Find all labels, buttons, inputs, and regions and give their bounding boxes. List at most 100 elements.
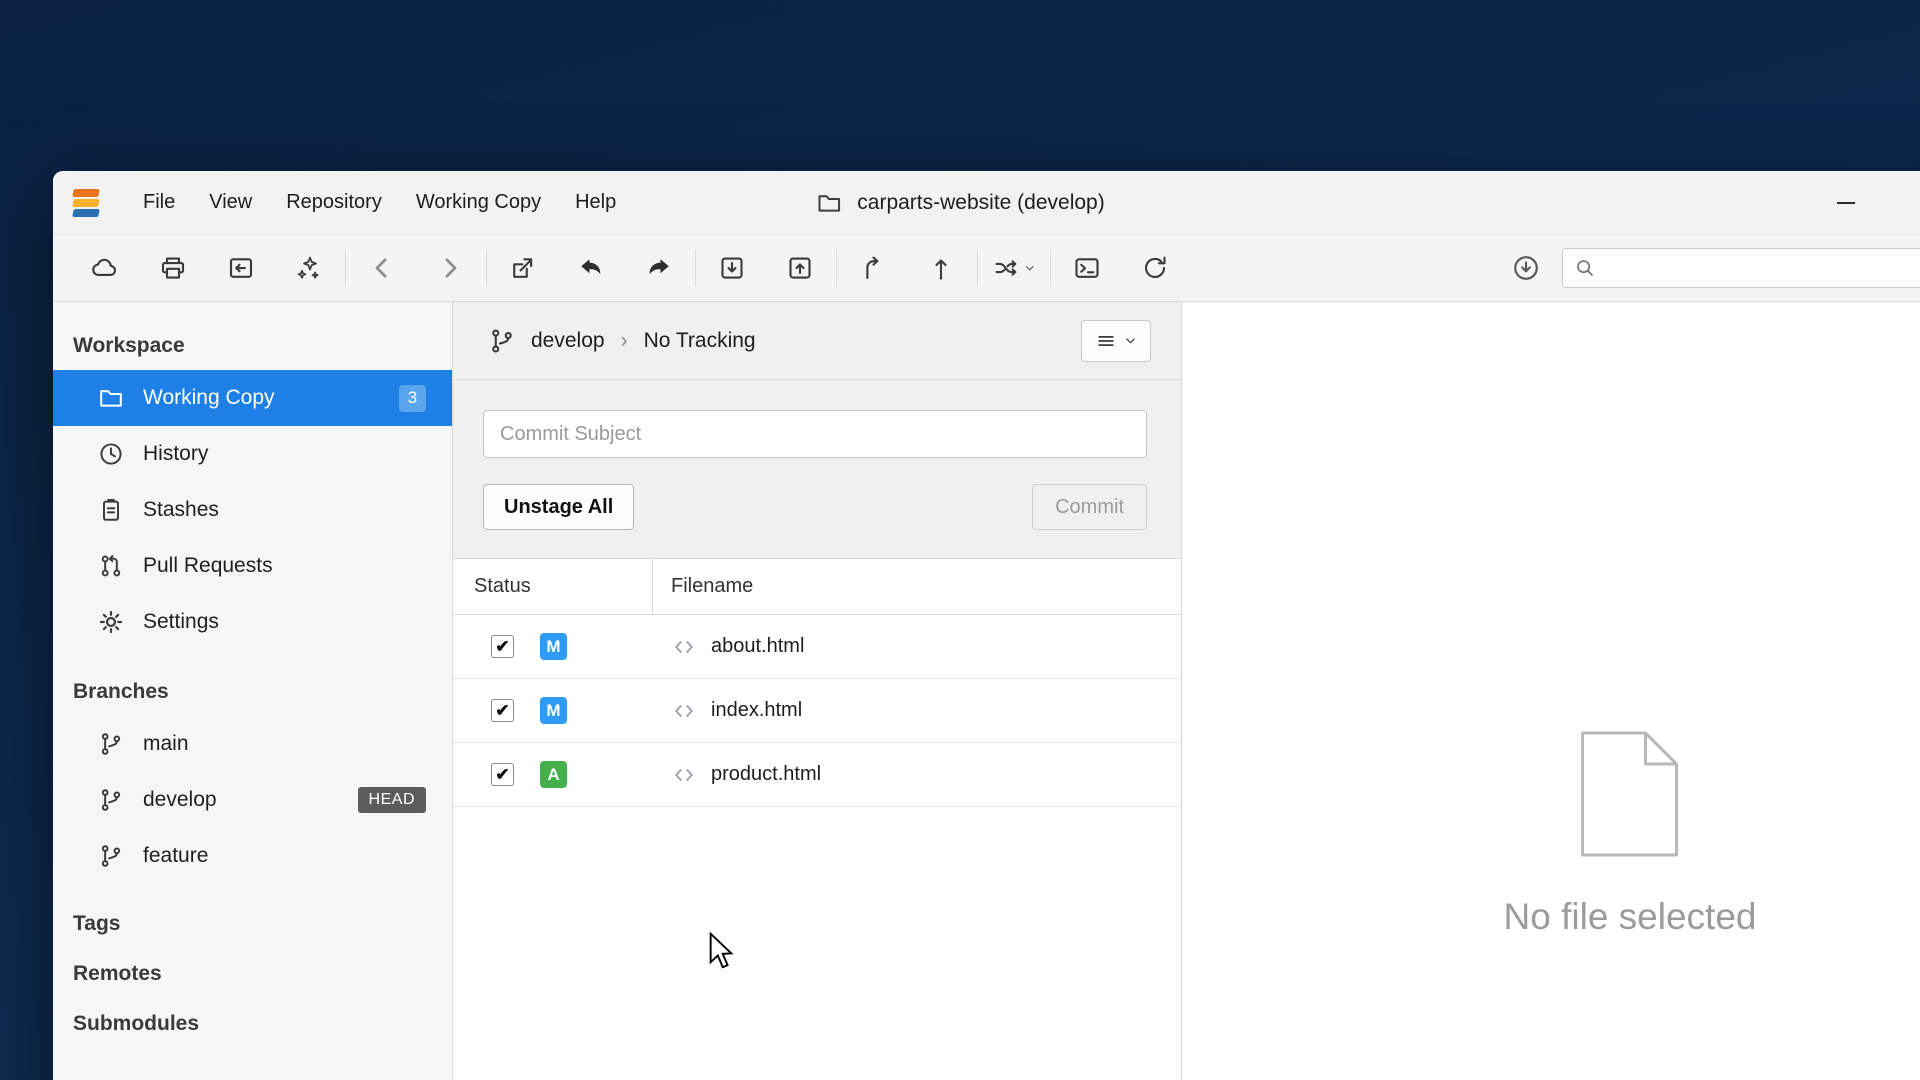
sidebar-branch-main[interactable]: main	[53, 716, 452, 772]
status-badge: A	[540, 761, 567, 788]
chevron-down-icon	[1023, 261, 1036, 275]
sidebar-item-label: Stashes	[143, 498, 219, 522]
sidebar-item-settings[interactable]: Settings	[53, 594, 452, 650]
stage-checkbox[interactable]	[491, 763, 514, 786]
folder-icon	[815, 189, 843, 217]
menu-help[interactable]: Help	[561, 183, 630, 222]
mouse-cursor	[706, 932, 736, 970]
branch-label: feature	[143, 844, 208, 868]
open-repo-icon	[226, 253, 256, 283]
terminal-button[interactable]	[1065, 246, 1109, 290]
menu-file[interactable]: File	[129, 183, 189, 222]
menu-view[interactable]: View	[195, 183, 266, 222]
cloud-icon	[90, 253, 120, 283]
menubar: File View Repository Working Copy Help	[129, 183, 630, 222]
sidebar-branch-feature[interactable]: feature	[53, 828, 452, 884]
chevron-left-icon	[367, 253, 397, 283]
sidebar-item-pull-requests[interactable]: Pull Requests	[53, 538, 452, 594]
chevron-right-icon	[435, 253, 465, 283]
cloud-button[interactable]	[83, 246, 127, 290]
status-badge: M	[540, 633, 567, 660]
stage-checkbox[interactable]	[491, 699, 514, 722]
compare-branches-icon	[992, 253, 1021, 283]
chevron-down-icon	[1123, 333, 1138, 348]
checkout-button[interactable]	[501, 246, 545, 290]
commit-subject-input[interactable]	[483, 410, 1147, 458]
stage-checkbox[interactable]	[491, 635, 514, 658]
sidebar-item-label: History	[143, 442, 208, 466]
minimize-button[interactable]	[1828, 186, 1864, 220]
column-header-status: Status	[453, 559, 653, 614]
branch-label: develop	[143, 788, 217, 812]
merge-menu-button[interactable]	[992, 246, 1036, 290]
quick-actions-button[interactable]	[287, 246, 331, 290]
table-header-row: Status Filename	[453, 559, 1181, 615]
terminal-icon	[1072, 253, 1102, 283]
stash-apply-button[interactable]	[710, 246, 754, 290]
filename: index.html	[711, 699, 802, 722]
redo-button[interactable]	[637, 246, 681, 290]
status-badge: M	[540, 697, 567, 724]
undo-button[interactable]	[569, 246, 613, 290]
branch-icon	[97, 786, 125, 814]
undo-icon	[576, 253, 606, 283]
sidebar-header-tags[interactable]: Tags	[53, 898, 452, 948]
commit-button[interactable]: Commit	[1032, 484, 1147, 530]
sidebar-item-working-copy[interactable]: Working Copy 3	[53, 370, 452, 426]
printer-icon	[158, 253, 188, 283]
search-box[interactable]	[1562, 248, 1920, 288]
back-button[interactable]	[360, 246, 404, 290]
arrow-out-icon	[508, 253, 538, 283]
sidebar-header-remotes[interactable]: Remotes	[53, 948, 452, 998]
sidebar-item-stashes[interactable]: Stashes	[53, 482, 452, 538]
pull-icon	[858, 253, 888, 283]
print-button[interactable]	[151, 246, 195, 290]
folder-icon	[97, 384, 125, 412]
code-file-icon	[671, 762, 697, 788]
table-row[interactable]: A product.html	[453, 743, 1181, 807]
document-icon	[1580, 730, 1680, 858]
sidebar: Workspace Working Copy 3 History Stashes…	[53, 302, 453, 1080]
table-row[interactable]: M index.html	[453, 679, 1181, 743]
commit-area: Unstage All Commit	[453, 380, 1181, 559]
breadcrumb-tracking-status: No Tracking	[644, 329, 756, 353]
sidebar-item-history[interactable]: History	[53, 426, 452, 482]
search-input[interactable]	[1605, 258, 1920, 279]
pane-options-button[interactable]	[1081, 320, 1151, 362]
sidebar-header-branches[interactable]: Branches	[53, 666, 452, 716]
filename: product.html	[711, 763, 821, 786]
search-icon	[1573, 256, 1597, 280]
pull-button[interactable]	[851, 246, 895, 290]
head-badge: HEAD	[358, 787, 426, 813]
empty-state-text: No file selected	[1504, 896, 1757, 938]
unstage-all-button[interactable]: Unstage All	[483, 484, 634, 530]
hamburger-icon	[1095, 330, 1117, 352]
breadcrumb-bar: develop › No Tracking	[453, 302, 1181, 380]
stash-icon	[97, 496, 125, 524]
history-icon	[97, 440, 125, 468]
file-preview-pane: No file selected	[1182, 302, 1920, 1080]
push-icon	[926, 253, 956, 283]
column-header-filename: Filename	[653, 575, 753, 598]
stash-save-button[interactable]	[778, 246, 822, 290]
sidebar-item-label: Working Copy	[143, 386, 275, 410]
table-row[interactable]: M about.html	[453, 615, 1181, 679]
forward-button[interactable]	[428, 246, 472, 290]
fetch-button[interactable]	[1504, 246, 1548, 290]
working-copy-pane: develop › No Tracking Unstage All Commit…	[453, 302, 1182, 1080]
sidebar-header-workspace[interactable]: Workspace	[53, 320, 452, 370]
pull-request-icon	[97, 552, 125, 580]
menu-repository[interactable]: Repository	[272, 183, 396, 222]
branch-icon	[97, 730, 125, 758]
sidebar-branch-develop[interactable]: develop HEAD	[53, 772, 452, 828]
gear-icon	[97, 608, 125, 636]
working-copy-count-badge: 3	[399, 385, 426, 412]
open-repo-button[interactable]	[219, 246, 263, 290]
code-file-icon	[671, 634, 697, 660]
code-file-icon	[671, 698, 697, 724]
push-button[interactable]	[919, 246, 963, 290]
refresh-button[interactable]	[1133, 246, 1177, 290]
breadcrumb-branch: develop	[531, 329, 605, 353]
sidebar-header-submodules[interactable]: Submodules	[53, 998, 452, 1048]
menu-working-copy[interactable]: Working Copy	[402, 183, 555, 222]
